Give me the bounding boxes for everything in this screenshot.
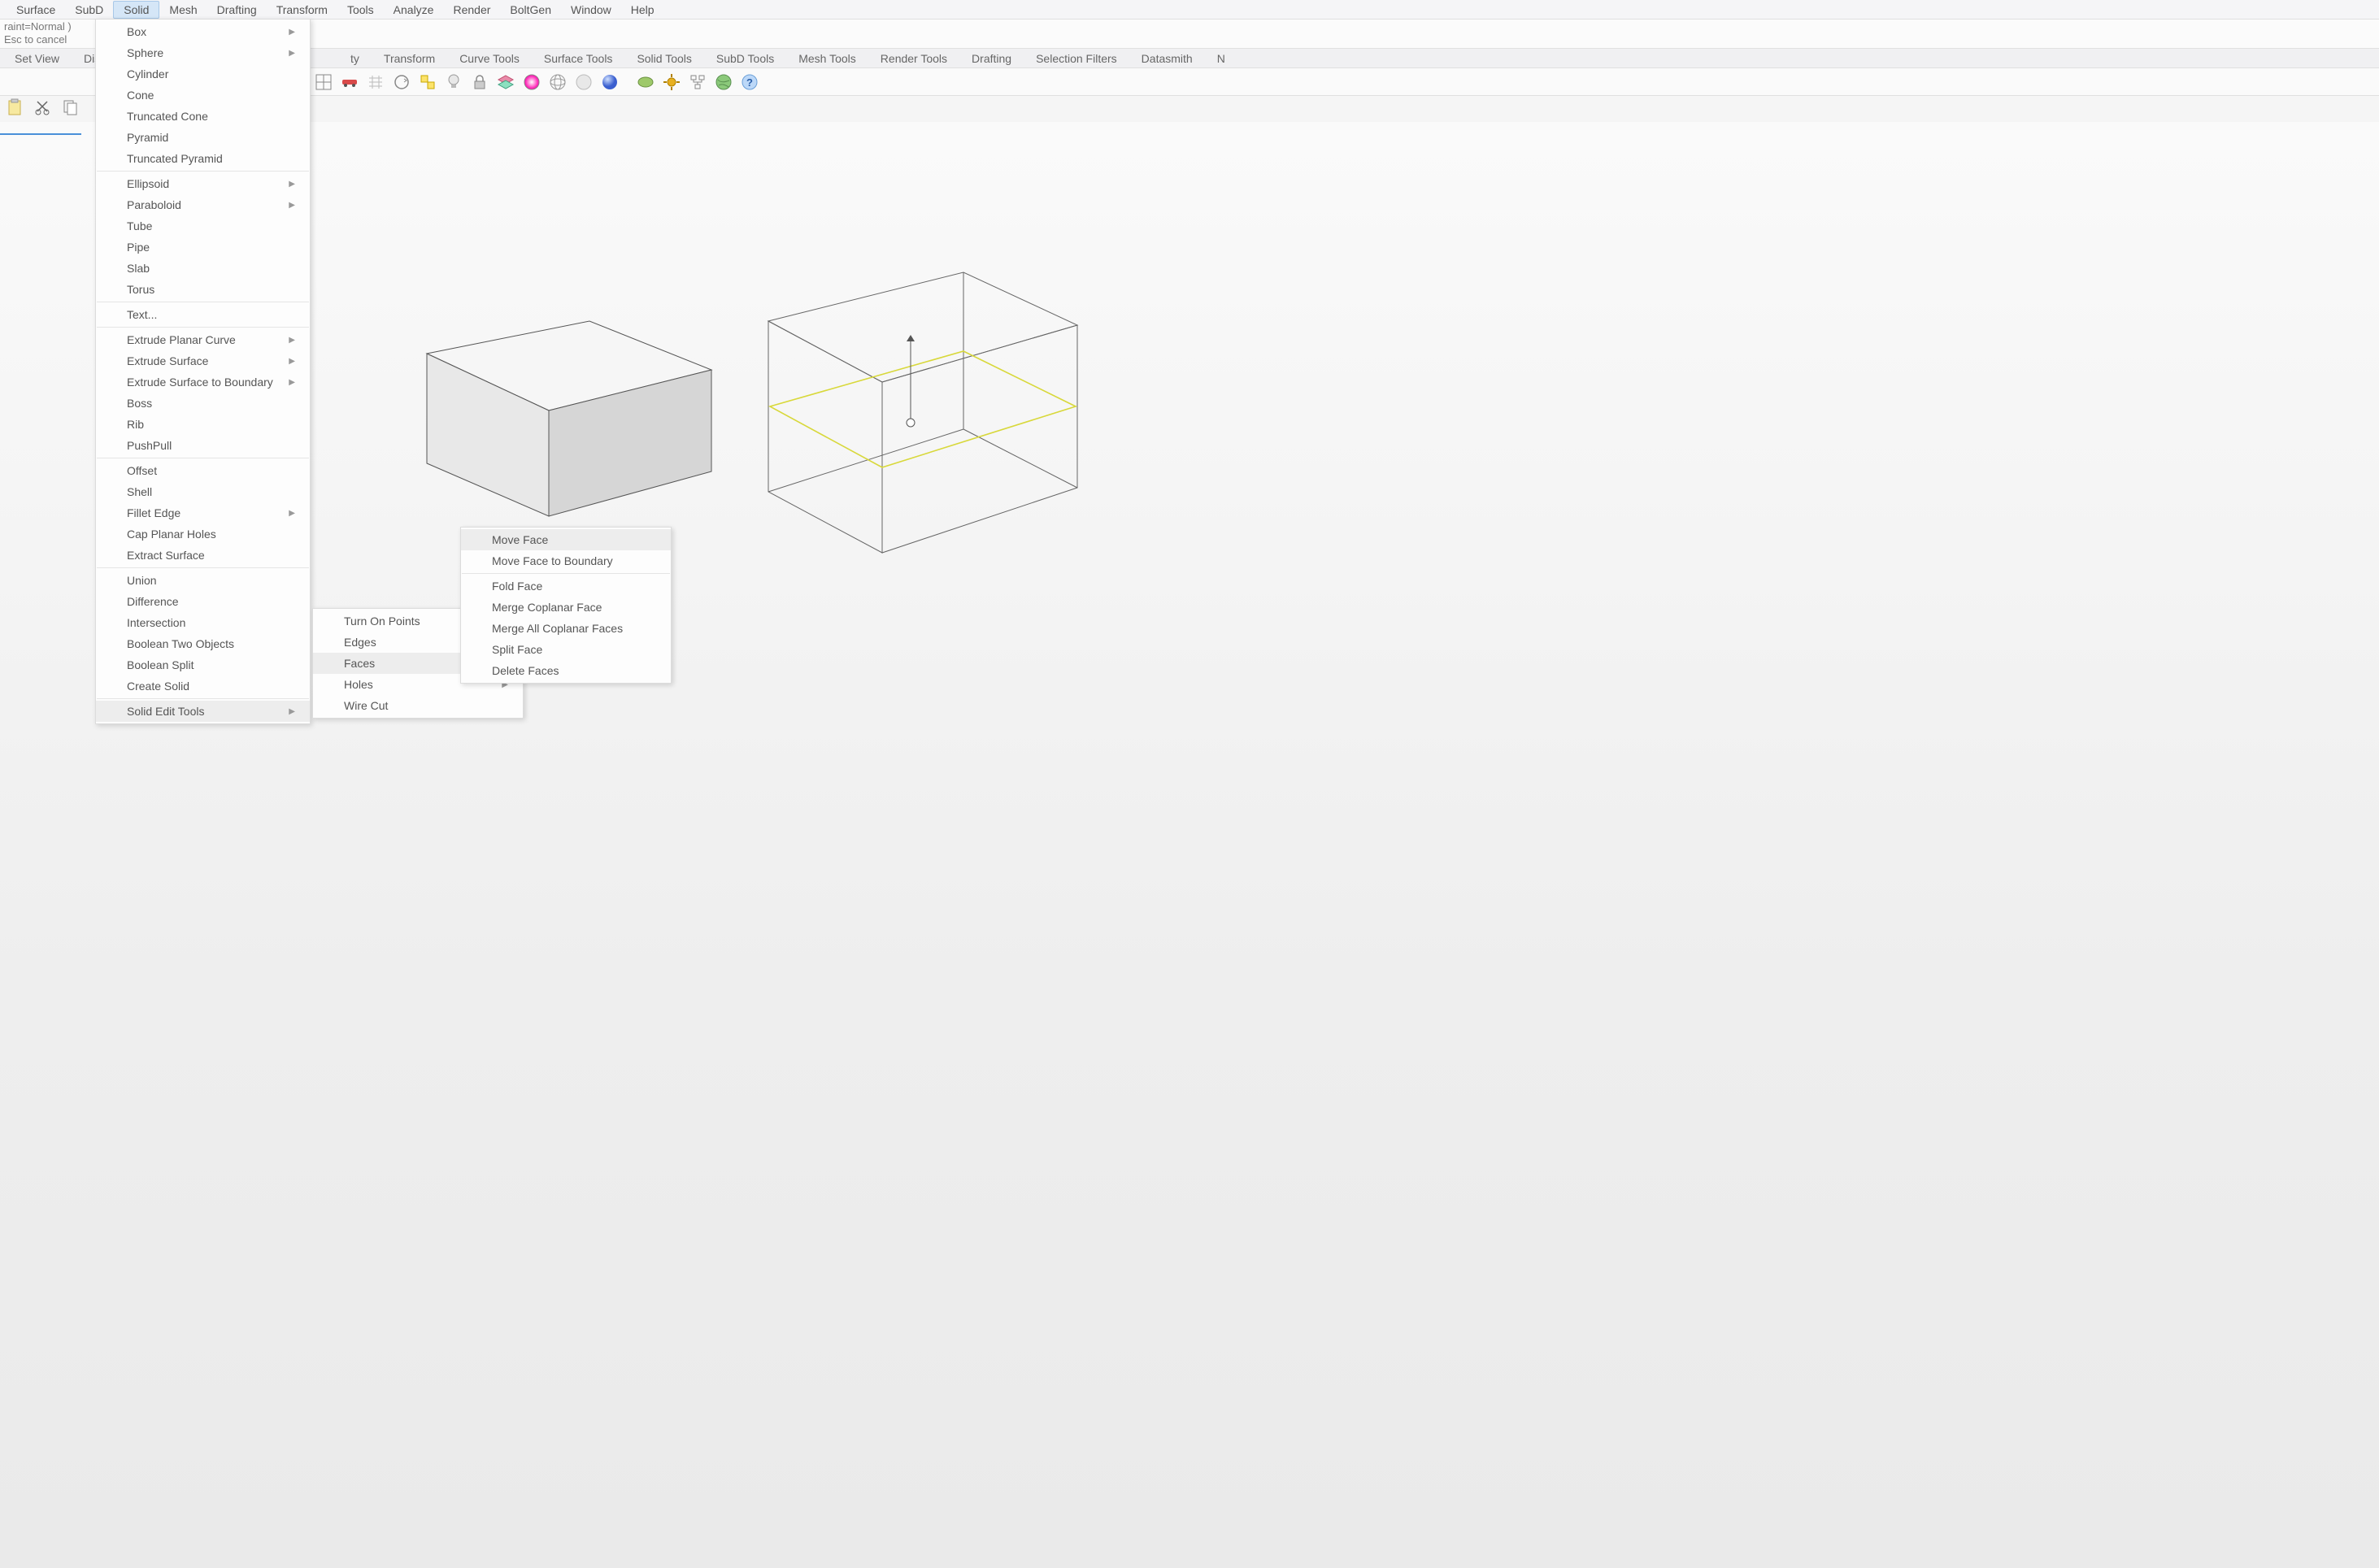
mi-fold-face[interactable]: Fold Face: [461, 576, 671, 597]
mi-torus[interactable]: Torus: [96, 279, 310, 300]
mi-pipe[interactable]: Pipe: [96, 237, 310, 258]
mi-extrude-surface[interactable]: Extrude Surface▶: [96, 350, 310, 371]
mi-move-face[interactable]: Move Face: [461, 529, 671, 550]
mi-solid-edit-tools[interactable]: Solid Edit Tools▶: [96, 701, 310, 722]
svg-text:?: ?: [746, 76, 753, 89]
menu-subd[interactable]: SubD: [65, 2, 113, 18]
mi-offset[interactable]: Offset: [96, 460, 310, 481]
wireframe-sphere-icon[interactable]: [546, 71, 569, 93]
gear-icon[interactable]: [660, 71, 683, 93]
tab-render-tools[interactable]: Render Tools: [872, 50, 955, 67]
tab-mesh-tools[interactable]: Mesh Tools: [790, 50, 864, 67]
menu-boltgen[interactable]: BoltGen: [500, 2, 561, 18]
tab-surface-tools[interactable]: Surface Tools: [536, 50, 621, 67]
mi-extrude-planar-curve[interactable]: Extrude Planar Curve▶: [96, 329, 310, 350]
mi-truncated-pyramid[interactable]: Truncated Pyramid: [96, 148, 310, 169]
mi-pyramid[interactable]: Pyramid: [96, 127, 310, 148]
mi-intersection[interactable]: Intersection: [96, 612, 310, 633]
mi-slab[interactable]: Slab: [96, 258, 310, 279]
toolbar-tabs: Set View Disp ty Transform Curve Tools S…: [0, 48, 2379, 68]
tab-more[interactable]: N: [1209, 50, 1233, 67]
mi-cylinder[interactable]: Cylinder: [96, 63, 310, 85]
mi-move-face-boundary[interactable]: Move Face to Boundary: [461, 550, 671, 571]
layer-stack-icon[interactable]: [494, 71, 517, 93]
menu-mesh[interactable]: Mesh: [159, 2, 207, 18]
mi-extrude-surface-boundary[interactable]: Extrude Surface to Boundary▶: [96, 371, 310, 393]
node-tree-icon[interactable]: [686, 71, 709, 93]
help-icon[interactable]: ?: [738, 71, 761, 93]
grid-icon[interactable]: [364, 71, 387, 93]
mi-delete-faces[interactable]: Delete Faces: [461, 660, 671, 681]
solid-box: [402, 280, 744, 524]
tab-transform[interactable]: Transform: [376, 50, 443, 67]
mi-boolean-two[interactable]: Boolean Two Objects: [96, 633, 310, 654]
menu-help[interactable]: Help: [621, 2, 664, 18]
car-icon[interactable]: [338, 71, 361, 93]
mi-truncated-cone[interactable]: Truncated Cone: [96, 106, 310, 127]
mi-rib[interactable]: Rib: [96, 414, 310, 435]
menu-transform[interactable]: Transform: [267, 2, 337, 18]
command-line-1: raint=Normal ): [4, 20, 2375, 33]
mi-merge-all-coplanar[interactable]: Merge All Coplanar Faces: [461, 618, 671, 639]
mi-pushpull[interactable]: PushPull: [96, 435, 310, 456]
mi-split-face[interactable]: Split Face: [461, 639, 671, 660]
mi-box[interactable]: Box▶: [96, 21, 310, 42]
rendered-sphere-icon[interactable]: [598, 71, 621, 93]
mi-boss[interactable]: Boss: [96, 393, 310, 414]
cplane-icon[interactable]: [312, 71, 335, 93]
layers-panel-icon[interactable]: [416, 71, 439, 93]
cut-icon[interactable]: [31, 96, 54, 119]
mi-paraboloid[interactable]: Paraboloid▶: [96, 194, 310, 215]
command-line-2: Esc to cancel: [4, 33, 2375, 46]
mi-wire-cut[interactable]: Wire Cut: [313, 695, 523, 716]
wireframe-box: [728, 215, 1102, 557]
mi-cone[interactable]: Cone: [96, 85, 310, 106]
toolbar-icons: ?: [0, 68, 2379, 96]
menu-render[interactable]: Render: [443, 2, 500, 18]
menu-drafting[interactable]: Drafting: [207, 2, 267, 18]
mi-text[interactable]: Text...: [96, 304, 310, 325]
menubar: Surface SubD Solid Mesh Drafting Transfo…: [0, 0, 2379, 20]
menu-surface[interactable]: Surface: [7, 2, 65, 18]
tab-solid-tools[interactable]: Solid Tools: [628, 50, 699, 67]
lock-icon[interactable]: [468, 71, 491, 93]
color-wheel-icon[interactable]: [520, 71, 543, 93]
mi-ellipsoid[interactable]: Ellipsoid▶: [96, 173, 310, 194]
mi-union[interactable]: Union: [96, 570, 310, 591]
mi-sphere[interactable]: Sphere▶: [96, 42, 310, 63]
menu-window[interactable]: Window: [561, 2, 621, 18]
tab-selection-filters[interactable]: Selection Filters: [1028, 50, 1125, 67]
tab-subd-tools[interactable]: SubD Tools: [708, 50, 782, 67]
mi-extract-surface[interactable]: Extract Surface: [96, 545, 310, 566]
menu-tools[interactable]: Tools: [337, 2, 384, 18]
lightbulb-icon[interactable]: [442, 71, 465, 93]
command-input[interactable]: [0, 122, 81, 135]
paste-icon[interactable]: [3, 96, 26, 119]
solid-dropdown: Box▶ Sphere▶ Cylinder Cone Truncated Con…: [95, 19, 311, 724]
mi-merge-coplanar[interactable]: Merge Coplanar Face: [461, 597, 671, 618]
copy-icon[interactable]: [59, 96, 81, 119]
command-history: raint=Normal ) Esc to cancel: [0, 20, 2379, 48]
mi-shell[interactable]: Shell: [96, 481, 310, 502]
tab-visibility[interactable]: ty: [342, 50, 368, 67]
viewport[interactable]: [0, 122, 2379, 1568]
circle-arrow-icon[interactable]: [390, 71, 413, 93]
globe-icon[interactable]: [712, 71, 735, 93]
mi-cap-planar-holes[interactable]: Cap Planar Holes: [96, 523, 310, 545]
tab-set-view[interactable]: Set View: [7, 50, 67, 67]
mi-boolean-split[interactable]: Boolean Split: [96, 654, 310, 675]
ghosted-sphere-icon[interactable]: [572, 71, 595, 93]
menu-analyze[interactable]: Analyze: [384, 2, 444, 18]
mi-fillet-edge[interactable]: Fillet Edge▶: [96, 502, 310, 523]
mi-tube[interactable]: Tube: [96, 215, 310, 237]
grasshopper-icon[interactable]: [634, 71, 657, 93]
tab-drafting[interactable]: Drafting: [963, 50, 1020, 67]
tab-curve-tools[interactable]: Curve Tools: [451, 50, 528, 67]
menu-solid[interactable]: Solid: [113, 1, 159, 19]
mi-difference[interactable]: Difference: [96, 591, 310, 612]
tab-datasmith[interactable]: Datasmith: [1133, 50, 1201, 67]
mi-create-solid[interactable]: Create Solid: [96, 675, 310, 697]
faces-submenu: Move Face Move Face to Boundary Fold Fac…: [460, 527, 672, 684]
